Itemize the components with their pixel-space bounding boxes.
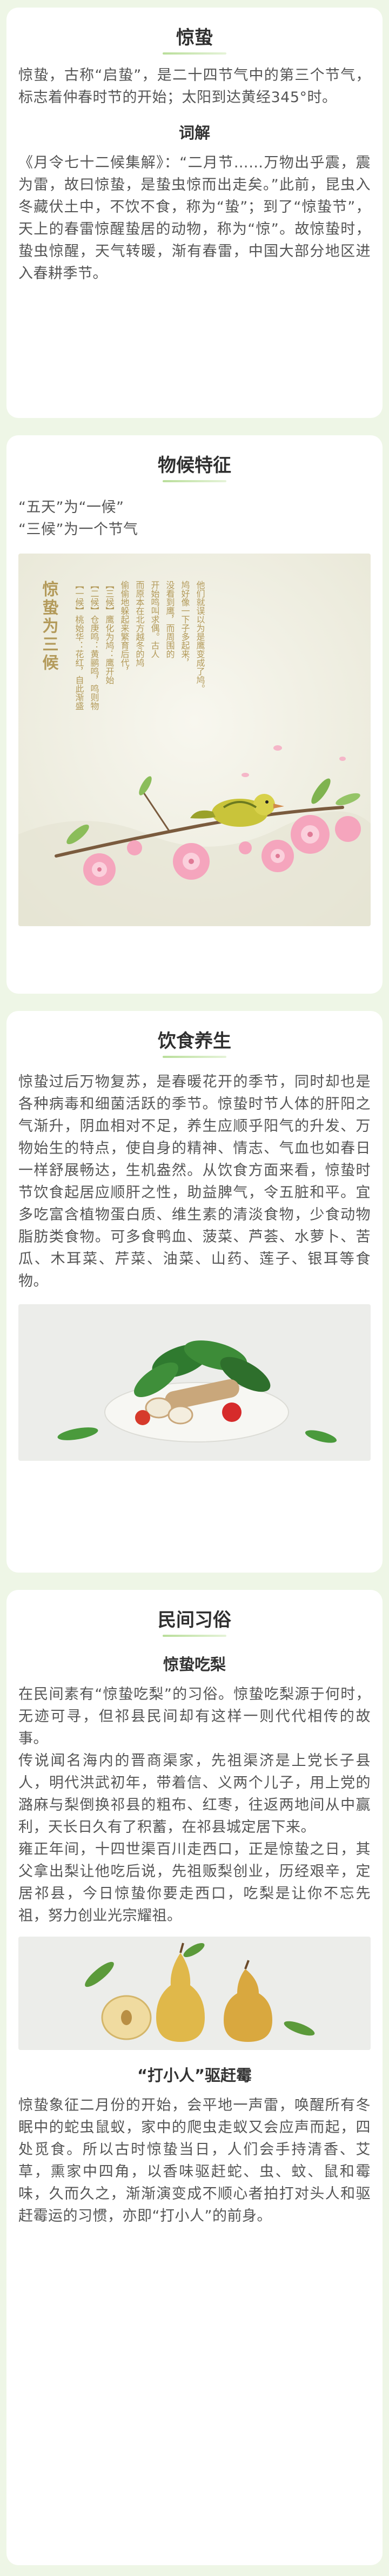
pears-illustration — [18, 1937, 371, 2050]
art-col8: 鸠好像一下子多起来， — [180, 581, 190, 667]
art-col3: 【三候】鹰化为鸠：鹰开始 — [104, 581, 115, 684]
climate-title: 物候特征 — [18, 450, 371, 482]
eat-pear-paragraph-2: 传说闻名海内的晋商渠家，先祖渠济是上党长子县人，明代洪武初年，带着信、义两个儿子… — [18, 1752, 371, 1836]
beat-villain-heading: “打小人”驱赶霉 — [137, 2066, 252, 2085]
diet-card: 饮食养生 惊蛰过后万物复苏，是春暖花开的季节，同时却也是各种病毒和细菌活跃的季节… — [6, 1011, 383, 1573]
custom-card: 民间习俗 惊蛰吃梨 在民间素有“惊蛰吃梨”的习俗。惊蛰吃梨源于何时，无迹可寻，但… — [6, 1590, 383, 2565]
vegetables-plate-illustration — [18, 1304, 371, 1461]
climate-line-2: “三候”为一个节气 — [18, 521, 138, 538]
word-explanation-heading: 词解 — [178, 124, 210, 142]
climate-line-1: “五天”为“一候” — [18, 499, 124, 516]
artwork-svg: 惊蛰为三候 【一候】桃始华：花红，自此渐盛 【二候】仓庚鸣：黄鹂鸣，鸣则物 【三… — [18, 554, 371, 926]
three-phases-artwork: 惊蛰为三候 【一候】桃始华：花红，自此渐盛 【二候】仓庚鸣：黄鹂鸣，鸣则物 【三… — [18, 554, 371, 926]
word-explanation-paragraph: 《月令七十二候集解》：“二月节……万物出乎震，震为雷，故曰惊蛰，是蛰虫惊而出走矣… — [18, 154, 371, 282]
vegetables-svg — [18, 1304, 371, 1461]
diet-paragraph: 惊蛰过后万物复苏，是春暖花开的季节，同时却也是各种病毒和细菌活跃的季节。惊蛰时节… — [18, 1074, 371, 1290]
eat-pear-paragraph-1: 在民间素有“惊蛰吃梨”的习俗。惊蛰吃梨源于何时，无迹可寻，但祁县民间却有这样一则… — [18, 1686, 371, 1747]
diet-title: 饮食养生 — [18, 1026, 371, 1058]
art-col6: 开始鸣叫求偶。古人 — [150, 581, 160, 658]
art-col2: 【二候】仓庚鸣：黄鹂鸣，鸣则物 — [89, 581, 99, 711]
intro-card: 惊蛰 惊蛰，古称“启蛰”，是二十四节气中的第三个节气，标志着仲春时节的开始；太阳… — [6, 8, 383, 418]
eat-pear-heading: 惊蛰吃梨 — [163, 1655, 226, 1674]
art-col4: 偷偷地躲起来繁育后代， — [119, 581, 130, 676]
intro-paragraph: 惊蛰，古称“启蛰”，是二十四节气中的第三个节气，标志着仲春时节的开始；太阳到达黄… — [18, 67, 371, 106]
art-col5: 而原本在北方越冬的鸠 — [135, 581, 145, 667]
art-col7: 没看到鹰，而周围的 — [165, 581, 175, 659]
intro-title: 惊蛰 — [18, 23, 371, 55]
climate-card: 物候特征 “五天”为“一候” “三候”为一个节气 惊蛰为三候 【一候】桃始华：花… — [6, 435, 383, 994]
art-col1: 【一候】桃始华：花红，自此渐盛 — [74, 581, 84, 710]
art-col9: 他们就误以为是鹰变成了鸠。 — [195, 581, 205, 693]
beat-villain-paragraph: 惊蛰象征二月份的开始，会平地一声雷，唤醒所有冬眠中的蛇虫鼠蚁，家中的爬虫走蚁又会… — [18, 2097, 371, 2224]
art-title: 惊蛰为三候 — [39, 580, 59, 672]
page: 惊蛰 惊蛰，古称“启蛰”，是二十四节气中的第三个节气，标志着仲春时节的开始；太阳… — [0, 0, 389, 2576]
custom-title: 民间习俗 — [18, 1605, 371, 1637]
pears-svg — [18, 1937, 371, 2050]
eat-pear-paragraph-3: 雍正年间，十四世渠百川走西口，正是惊蛰之日，其父拿出梨让他吃后说，先祖贩梨创业，… — [18, 1841, 371, 1924]
